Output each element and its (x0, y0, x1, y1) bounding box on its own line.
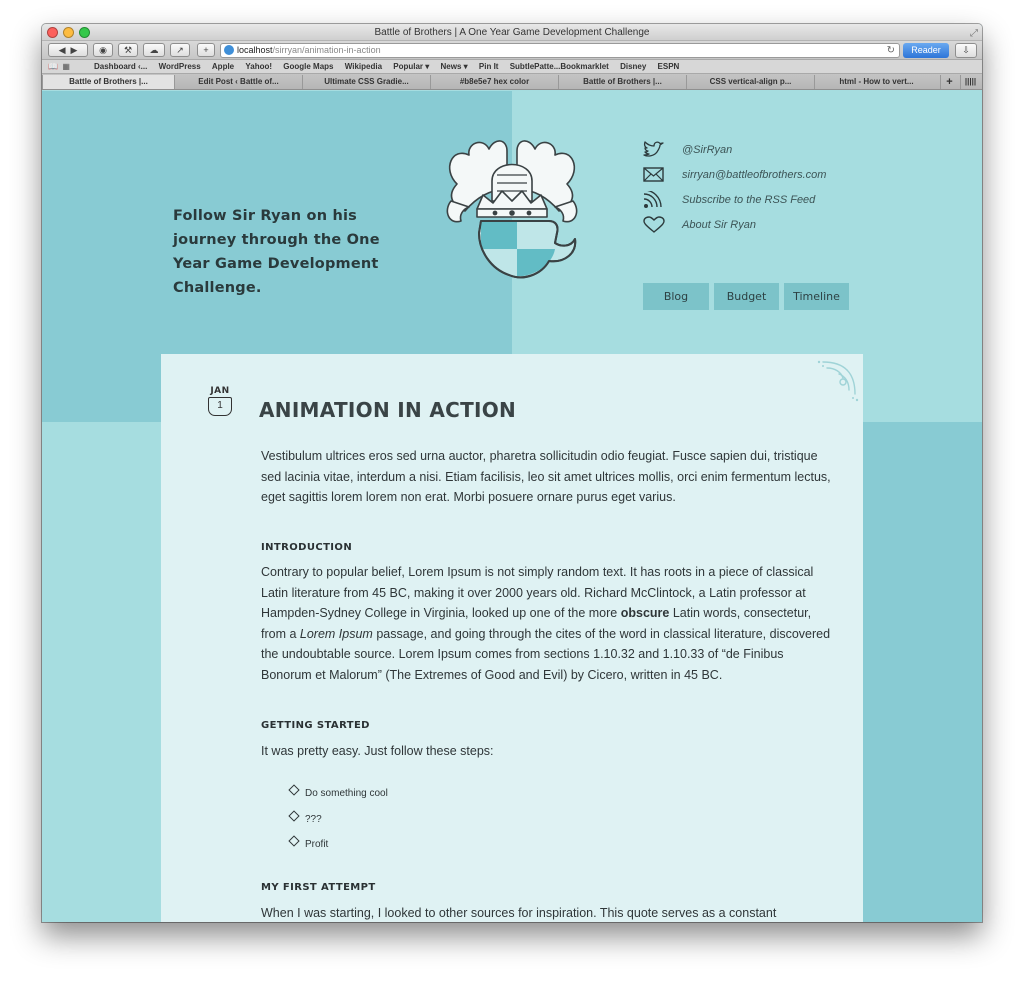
site-tagline: Follow Sir Ryan on his journey through t… (173, 208, 380, 296)
browser-toolbar: ◀ ▶ ◉ ⚒ ☁ ↗ + localhost/sirryan/animatio… (42, 41, 982, 60)
section-heading: GETTING STARTED (261, 720, 370, 731)
bookmarks-bar: 📖 ▦ Dashboard ‹... WordPress Apple Yahoo… (42, 60, 982, 74)
section-heading: INTRODUCTION (261, 542, 353, 553)
globe-icon (224, 45, 234, 55)
crest-logo[interactable] (437, 129, 587, 279)
post-title: ANIMATION IN ACTION (259, 398, 517, 422)
bookmark-item[interactable]: Disney (620, 60, 646, 73)
envelope-icon (643, 167, 664, 182)
bookmark-item[interactable]: Popular ▾ (393, 60, 429, 73)
twitter-link[interactable]: @SirRyan (642, 141, 872, 166)
tab-overview-button[interactable]: ||||| (960, 75, 980, 89)
nav-budget-button[interactable]: Budget (714, 283, 779, 310)
cloud-icon: ☁ (149, 45, 159, 55)
diamond-bullet-icon (288, 784, 300, 796)
about-label[interactable]: About Sir Ryan (682, 216, 756, 234)
bookmark-item[interactable]: WordPress (159, 60, 201, 73)
date-day: 1 (208, 397, 232, 416)
grid-icon[interactable]: ▦ (62, 62, 70, 71)
wrench-icon: ⚒ (123, 45, 133, 55)
first-attempt-paragraph: When I was starting, I looked to other s… (261, 906, 777, 920)
date-month: JAN (210, 386, 230, 396)
tools-button[interactable]: ⚒ (118, 43, 138, 57)
title-bar: Battle of Brothers | A One Year Game Dev… (42, 24, 982, 41)
back-icon[interactable]: ◀ (59, 45, 66, 55)
browser-tab[interactable]: Battle of Brothers |... (42, 75, 174, 89)
window-title: Battle of Brothers | A One Year Game Dev… (374, 27, 650, 38)
bookmark-item[interactable]: News ▾ (441, 60, 468, 73)
share-button[interactable]: ↗ (170, 43, 190, 57)
bold-text: obscure (620, 606, 670, 620)
add-bookmark-button[interactable]: + (197, 43, 215, 57)
twitter-handle[interactable]: @SirRyan (682, 141, 732, 159)
step-text: Do something cool (305, 788, 388, 799)
bookmarks-icons: 📖 ▦ (48, 60, 70, 73)
bookmark-item[interactable]: Google Maps (283, 60, 333, 73)
diamond-bullet-icon (288, 809, 300, 822)
address-bar[interactable]: localhost/sirryan/animation-in-action ↻ (220, 43, 900, 58)
about-link[interactable]: About Sir Ryan (642, 216, 872, 241)
nav-timeline-button[interactable]: Timeline (784, 283, 849, 310)
bookmark-item[interactable]: Apple (212, 60, 234, 73)
download-icon: ⇩ (962, 45, 970, 55)
rss-link[interactable]: Subscribe to the RSS Feed (642, 191, 872, 216)
tab-bar: Battle of Brothers |... Edit Post ‹ Batt… (42, 74, 982, 90)
browser-tab[interactable]: #b8e5e7 hex color (430, 75, 558, 89)
icloud-tabs-button[interactable]: ☁ (143, 43, 165, 57)
reader-button[interactable]: Reader (903, 43, 949, 58)
web-page: Follow Sir Ryan on his journey through t… (42, 91, 982, 922)
browser-tab[interactable]: Edit Post ‹ Battle of... (174, 75, 302, 89)
downloads-button[interactable]: ⇩ (955, 43, 977, 58)
browser-tab[interactable]: html - How to vert... (814, 75, 938, 89)
email-link[interactable]: sirryan@battleofbrothers.com (642, 166, 872, 191)
back-forward-buttons[interactable]: ◀ ▶ (48, 43, 88, 57)
post-date: JAN 1 (205, 386, 235, 416)
bookmark-list: Dashboard ‹... WordPress Apple Yahoo! Go… (94, 60, 688, 73)
reload-icon[interactable]: ↻ (887, 44, 895, 57)
social-links: @SirRyan sirryan@battleofbrothers.com Su… (642, 141, 872, 241)
book-icon[interactable]: 📖 (48, 62, 58, 71)
email-address[interactable]: sirryan@battleofbrothers.com (682, 166, 826, 184)
diamond-bullet-icon (288, 835, 300, 847)
bookmark-item[interactable]: Yahoo! (245, 60, 272, 73)
layers-icon: ◉ (99, 45, 107, 55)
bookmark-item[interactable]: ESPN (658, 60, 680, 73)
corner-ornament-icon (817, 360, 859, 402)
browser-tab[interactable]: Ultimate CSS Gradie... (302, 75, 430, 89)
url-path: /sirryan/animation-in-action (272, 45, 381, 55)
section-heading: MY FIRST ATTEMPT (261, 882, 376, 893)
plus-icon: + (203, 45, 209, 55)
bookmark-item[interactable]: Wikipedia (345, 60, 382, 73)
bookmark-item[interactable]: SubtlePatte...Bookmarklet (510, 60, 609, 73)
steps-intro: It was pretty easy. Just follow these st… (261, 744, 494, 758)
url-host: localhost (237, 45, 273, 55)
browser-tab[interactable]: Battle of Brothers |... (558, 75, 686, 89)
sidebar-button[interactable]: ◉ (93, 43, 113, 57)
bookmark-item[interactable]: Pin It (479, 60, 499, 73)
twitter-icon (643, 141, 664, 157)
fullscreen-icon[interactable]: ⤢ (970, 25, 978, 42)
step-text: Profit (305, 839, 329, 850)
close-window-button[interactable] (47, 27, 58, 38)
nav-blog-button[interactable]: Blog (643, 283, 709, 310)
blog-post: JAN 1 ANIMATION IN ACTION Vestibulum ult… (161, 354, 863, 922)
browser-window: Battle of Brothers | A One Year Game Dev… (42, 24, 982, 922)
heart-icon (643, 216, 665, 233)
bookmark-item[interactable]: Dashboard ‹... (94, 60, 147, 73)
minimize-window-button[interactable] (63, 27, 74, 38)
rss-label[interactable]: Subscribe to the RSS Feed (682, 191, 815, 209)
introduction-paragraph: Contrary to popular belief, Lorem Ipsum … (261, 562, 831, 685)
step-text: ??? (305, 813, 322, 825)
share-icon: ↗ (176, 45, 184, 55)
browser-tab[interactable]: CSS vertical-align p... (686, 75, 814, 89)
intro-paragraph: Vestibulum ultrices eros sed urna auctor… (261, 449, 831, 504)
forward-icon[interactable]: ▶ (71, 45, 78, 55)
new-tab-button[interactable]: + (940, 75, 958, 89)
rss-icon (643, 191, 662, 208)
italic-text: Lorem Ipsum (299, 626, 373, 641)
zoom-window-button[interactable] (79, 27, 90, 38)
